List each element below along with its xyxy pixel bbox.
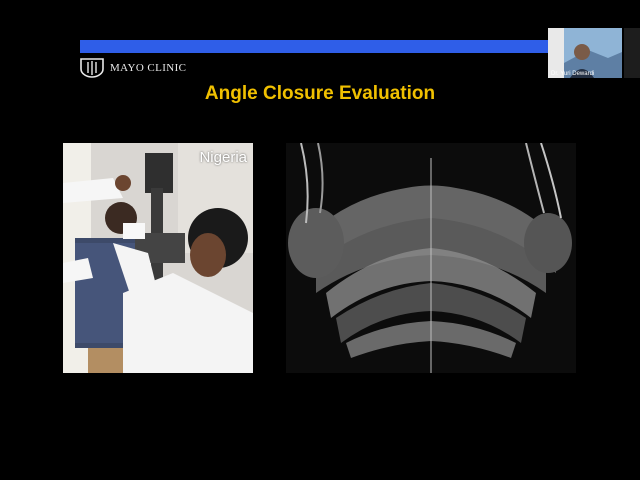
presentation-slide: MAYO CLINIC Angle Closure Evaluation Nig… [0,28,640,480]
mayo-clinic-logo: MAYO CLINIC [80,58,186,78]
photo-location-label: Nigeria [199,149,247,166]
shield-logo-icon [80,58,104,78]
slit-lamp-scene [63,143,253,373]
speaker-video-thumbnail[interactable]: Dr. Yuri Dewardi [548,28,622,78]
oct-scan-image [286,143,576,373]
oct-scan [286,143,576,373]
slide-title: Angle Closure Evaluation [204,83,436,104]
participant-name-label: Dr. Yuri Dewardi [551,71,595,77]
side-panel-edge [624,28,640,78]
header-bar [80,40,550,53]
slit-lamp-photo: Nigeria [63,143,253,373]
top-strip [0,0,640,28]
logo-text: MAYO CLINIC [110,62,187,74]
